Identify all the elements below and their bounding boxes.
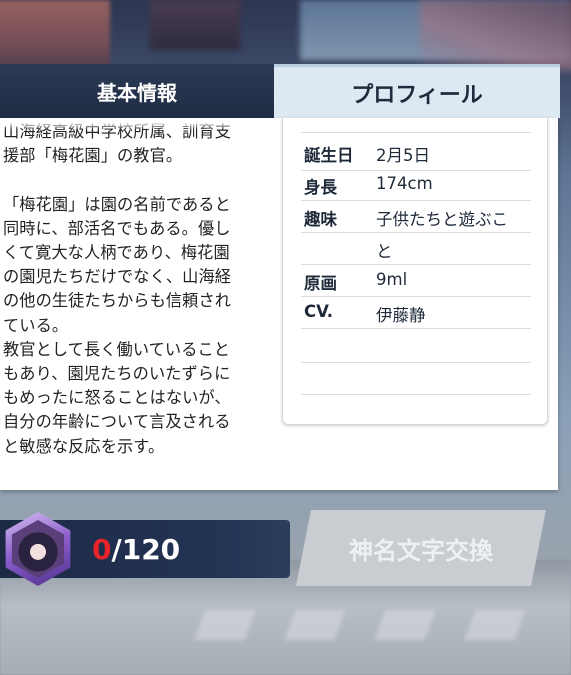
profile-value: 9ml	[376, 270, 408, 289]
name-character-exchange-button[interactable]: 神名文字交換	[296, 510, 546, 586]
tab-profile[interactable]: プロフィール	[274, 64, 560, 118]
profile-row-height: 身長 174cm	[301, 170, 531, 201]
bio-text: 山海経高級中学校所属、訓育支 援部「梅花園」の教官。 「梅花園」は園の名前である…	[3, 122, 232, 456]
info-panel: 山海経高級中学校所属、訓育支 援部「梅花園」の教官。 「梅花園」は園の名前である…	[0, 118, 558, 490]
profile-value: 174cm	[376, 174, 433, 193]
profile-row-hobby: 趣味 子供たちと遊ぶこ	[301, 200, 531, 233]
profile-label: 趣味	[304, 210, 337, 229]
profile-card: 誕生日 2月5日 身長 174cm 趣味 子供たちと遊ぶこ と 原画 9ml C…	[282, 118, 548, 425]
student-avatar	[0, 508, 76, 590]
profile-label: CV.	[304, 302, 334, 321]
profile-label: 身長	[304, 178, 337, 197]
name-character-count: 0/120	[92, 533, 180, 566]
profile-value: 2月5日	[376, 146, 430, 165]
profile-label: 原画	[304, 274, 337, 293]
profile-value: 伊藤静	[376, 306, 426, 325]
profile-row-illustrator: 原画 9ml	[301, 264, 531, 297]
profile-divider	[301, 132, 531, 133]
info-tabs: 基本情報 プロフィール	[0, 64, 560, 118]
scroll-fade	[3, 118, 268, 130]
bio-scroll-area[interactable]: 山海経高級中学校所属、訓育支 援部「梅花園」の教官。 「梅花園」は園の名前である…	[3, 118, 268, 490]
profile-label: 誕生日	[304, 146, 354, 165]
profile-divider	[301, 394, 531, 395]
profile-row-hobby-cont: と	[301, 232, 531, 265]
profile-value: と	[376, 242, 393, 261]
tab-basic-info[interactable]: 基本情報	[0, 64, 274, 118]
counter-current: 0	[92, 533, 112, 566]
background-roof	[420, 0, 571, 70]
background-building	[150, 0, 240, 50]
profile-row-cv: CV. 伊藤静	[301, 296, 531, 329]
counter-max: /120	[111, 533, 181, 566]
profile-row-birthday: 誕生日 2月5日	[301, 138, 531, 171]
profile-divider	[301, 362, 531, 363]
profile-value: 子供たちと遊ぶこ	[376, 210, 508, 229]
